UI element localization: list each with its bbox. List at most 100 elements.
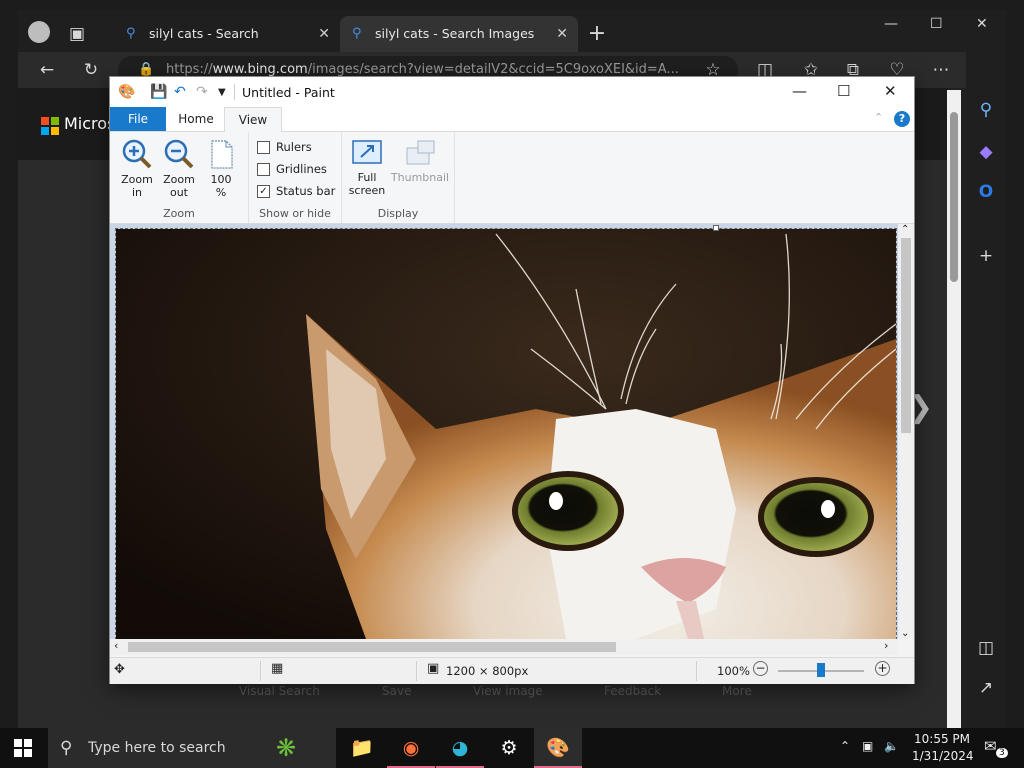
rulers-checkbox-box[interactable] [257,141,270,154]
zoom-slider-thumb[interactable] [817,663,825,677]
volume-muted-icon[interactable]: 🔈 [884,739,899,753]
network-icon[interactable]: ▣ [862,739,873,753]
profile-avatar[interactable] [28,21,50,43]
microsoft-brand-text: Micros [64,114,116,133]
paint-close-button[interactable]: ✕ [884,82,897,100]
zoom-out-status-icon[interactable]: − [753,661,768,676]
canvas-area[interactable] [110,224,914,640]
status-separator [416,661,417,681]
minimize-ribbon-icon[interactable]: ⌃ [874,111,883,124]
tab-home[interactable]: Home [172,107,220,131]
settings-more-icon[interactable]: ⋯ [930,60,952,80]
save-icon[interactable]: 💾 [150,84,167,100]
undo-icon[interactable]: ↶ [174,84,186,100]
help-icon[interactable]: ? [894,111,910,127]
tab-label: silyl cats - Search [149,26,259,41]
tab-file[interactable]: File [110,107,166,131]
thumbnail-button[interactable]: Thumbnail [390,138,450,184]
scroll-left-arrow[interactable]: ‹ [114,639,118,652]
clock-date[interactable]: 1/31/2024 [912,749,974,763]
search-icon: ⚲ [60,738,73,758]
minimize-button[interactable]: — [884,16,898,32]
view-image-button[interactable]: View image [473,684,543,698]
paint-app-icon[interactable]: 🎨 [118,84,135,100]
horizontal-scroll-thumb[interactable] [128,642,616,652]
canvas-vertical-scrollbar[interactable]: ⌃ ⌄ [898,224,914,639]
paint-minimize-button[interactable]: — [792,82,807,100]
tab-view[interactable]: View [224,107,282,133]
clock-time[interactable]: 10:55 PM [914,732,970,746]
search-icon[interactable]: ⚲ [975,100,997,120]
customize-quick-access-icon[interactable]: ▼ [218,87,226,98]
paint-taskbar-icon[interactable]: 🎨 [534,728,582,768]
back-button[interactable]: ← [36,60,58,80]
close-tab-icon[interactable]: ✕ [318,16,330,52]
search-icon: ⚲ [126,26,136,41]
tab-silyl-cats-search[interactable]: ⚲ silyl cats - Search ✕ [114,16,340,52]
gridlines-label: Gridlines [276,162,327,176]
start-button-icon[interactable] [14,739,32,757]
status-bar-checkbox-box[interactable]: ✓ [257,185,270,198]
firefox-icon[interactable]: ◉ [387,728,435,768]
tab-actions-icon[interactable]: ▣ [66,24,88,44]
paint-window: 🎨 💾 ↶ ↷ ▼ Untitled - Paint — ☐ ✕ File Ho… [109,76,915,684]
settings-gear-icon[interactable]: ⚙ [485,728,533,768]
cat-image-canvas[interactable] [115,228,897,640]
taskbar-search-box[interactable]: ⚲ Type here to search ❋ [48,728,336,768]
scroll-up-arrow[interactable]: ⌃ [901,224,909,235]
zoom-in-icon [122,139,152,169]
close-tab-icon[interactable]: ✕ [556,16,568,52]
feedback-button[interactable]: Feedback [604,684,661,698]
taskbar: ⚲ Type here to search ❋ 📁 ◉ ◕ ⚙ 🎨 ⌃ ▣ 🔈 … [0,728,1024,768]
show-hidden-icons-icon[interactable]: ⌃ [840,739,850,753]
search-icon: ⚲ [352,26,362,41]
paint-maximize-button[interactable]: ☐ [837,82,850,100]
zoom-out-icon [164,139,194,169]
notification-icon[interactable]: ✉ [984,737,997,755]
tab-silyl-cats-search-images[interactable]: ⚲ silyl cats - Search Images ✕ [340,16,578,52]
canvas-resize-handle[interactable] [713,225,719,231]
full-screen-button[interactable]: Full screen [346,138,388,197]
visual-search-button[interactable]: Visual Search [239,684,320,698]
file-explorer-icon[interactable]: 📁 [338,728,386,768]
sidebar-toggle-icon[interactable]: ◫ [975,638,997,658]
zoom-100-button[interactable]: 100% [202,138,240,199]
display-group-label: Display [377,207,419,220]
canvas-horizontal-scrollbar[interactable]: ‹ › [110,639,898,655]
scroll-down-arrow[interactable]: ⌄ [901,628,909,639]
paint-titlebar[interactable]: 🎨 💾 ↶ ↷ ▼ Untitled - Paint — ☐ ✕ [110,77,914,107]
save-button[interactable]: Save [382,684,411,698]
close-window-button[interactable]: ✕ [976,16,988,32]
zoom-in-status-icon[interactable]: + [875,661,890,676]
gridlines-checkbox-box[interactable] [257,163,270,176]
scroll-thumb[interactable] [950,112,958,282]
zoom-100-label-1: 100 [210,173,232,186]
edge-sidebar: ⚲ ◆ O + ◫ ↗ [966,52,1006,728]
page-scrollbar[interactable] [947,90,961,730]
cursor-position-icon: ✥ [114,662,125,677]
new-tab-button[interactable]: + [586,23,608,45]
search-highlight-icon: ❋ [276,734,297,762]
microsoft-logo-icon[interactable] [41,117,59,135]
open-external-icon[interactable]: ↗ [975,678,997,698]
status-separator [696,661,697,681]
taskbar-search-placeholder: Type here to search [88,740,226,756]
tab-strip: ▣ ⚲ silyl cats - Search ✕ ⚲ silyl cats -… [18,10,1006,52]
zoom-out-button[interactable]: Zoom out [160,138,198,199]
image-size-icon: ▣ [427,661,440,676]
copilot-sidebar-icon[interactable]: ◆ [975,142,997,162]
refresh-button[interactable]: ↻ [80,60,102,80]
outlook-icon[interactable]: O [975,182,997,202]
redo-icon[interactable]: ↷ [196,84,208,100]
url-host: www.bing.com [212,62,308,77]
vertical-scroll-thumb[interactable] [901,238,911,433]
maximize-button[interactable]: ☐ [930,16,943,32]
add-sidebar-app-icon[interactable]: + [975,246,997,266]
display-group: Full screen Thumbnail Display [342,132,455,223]
thumbnail-label: Thumbnail [390,171,450,184]
zoom-in-button[interactable]: Zoom in [118,138,156,199]
scroll-right-arrow[interactable]: › [884,639,888,652]
edge-icon[interactable]: ◕ [436,728,484,768]
more-button[interactable]: More [722,684,752,698]
thumbnail-icon [406,140,435,165]
